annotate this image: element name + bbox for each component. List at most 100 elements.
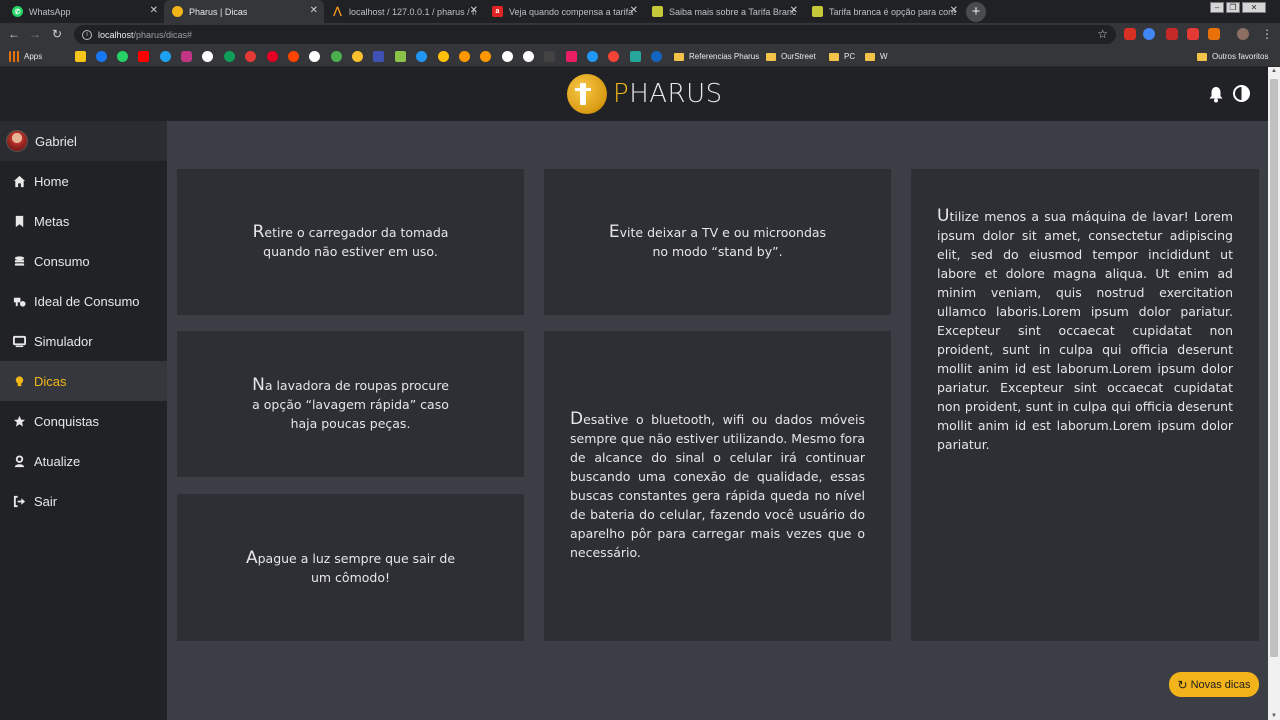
sidebar-item-simulador[interactable]: Simulador <box>0 321 167 361</box>
drive-icon[interactable] <box>224 51 235 62</box>
tip-text: Retire o carregador da tomada quando não… <box>252 222 449 260</box>
bookmark-site-icon[interactable] <box>352 51 363 62</box>
close-icon[interactable]: ✕ <box>790 5 798 16</box>
bookmark-apps[interactable]: Apps <box>9 50 42 63</box>
bookmark-site-icon[interactable] <box>288 51 299 62</box>
phpmyadmin-favicon-icon: ⋀ <box>333 6 342 17</box>
bell-icon[interactable] <box>1208 86 1224 103</box>
tip-card: Desative o bluetooth, wifi ou dados móve… <box>544 331 891 641</box>
folder-icon <box>674 52 684 61</box>
facebook-icon[interactable] <box>96 51 107 62</box>
bookmark-label: Referencias Pharus <box>689 52 760 61</box>
apps-grid-icon <box>9 51 20 62</box>
bookmark-site-icon[interactable] <box>309 51 320 62</box>
scroll-up-icon[interactable]: ▲ <box>1271 68 1277 74</box>
bookmark-site-icon[interactable] <box>416 51 427 62</box>
instagram-icon[interactable] <box>181 51 192 62</box>
sidebar-item-label: Atualize <box>34 453 81 469</box>
github-icon[interactable] <box>502 51 513 62</box>
sidebar-item-label: Dicas <box>34 373 67 389</box>
sidebar-item-sair[interactable]: Sair <box>0 481 167 521</box>
user-profile[interactable]: Gabriel <box>0 121 167 161</box>
sidebar-item-conquistas[interactable]: Conquistas <box>0 401 167 441</box>
tip-text: Apague a luz sempre que sair de um cômod… <box>245 547 456 585</box>
bookmarks-bar: Apps Referencias Pharus OurStreet PC W O… <box>0 46 1280 67</box>
scrollbar-thumb[interactable] <box>1270 79 1278 657</box>
bookmark-site-icon[interactable] <box>566 51 577 62</box>
close-icon[interactable]: ✕ <box>630 5 638 16</box>
browser-tab-tarifa[interactable]: Tarifa branca é opção para cons ✕ <box>804 0 964 23</box>
twitter-icon[interactable] <box>160 51 171 62</box>
bookmark-folder-ourstreet[interactable]: OurStreet <box>766 50 816 63</box>
close-window-button[interactable]: ✕ <box>1242 2 1266 13</box>
profile-avatar-icon[interactable] <box>1237 28 1249 40</box>
menu-kebab-icon[interactable]: ⋮ <box>1260 27 1274 41</box>
browser-tab-whatsapp[interactable]: ✆ WhatsApp ✕ <box>4 0 164 23</box>
sidebar-item-atualize[interactable]: Atualize <box>0 441 167 481</box>
close-icon[interactable]: ✕ <box>310 5 318 16</box>
bookmark-site-icon[interactable] <box>544 51 555 62</box>
google-extension-icon[interactable] <box>1143 28 1155 40</box>
sidebar-item-label: Simulador <box>34 333 93 349</box>
bookmark-folder-other[interactable]: Outros favoritos <box>1197 50 1268 63</box>
bookmark-folder-w[interactable]: W <box>865 50 888 63</box>
scrollbar[interactable]: ▲ ▼ <box>1268 67 1280 720</box>
browser-tab-saiba[interactable]: Saiba mais sobre a Tarifa Branca ✕ <box>644 0 804 23</box>
forward-arrow-icon[interactable]: → <box>28 27 42 41</box>
bookmark-site-icon[interactable] <box>651 51 662 62</box>
contrast-toggle-icon[interactable] <box>1233 85 1250 102</box>
bookmark-site-icon[interactable] <box>523 51 534 62</box>
video-extension-icon[interactable] <box>1187 28 1199 40</box>
back-arrow-icon[interactable]: ← <box>7 27 21 41</box>
pinterest-icon[interactable] <box>267 51 278 62</box>
bookmark-star-icon[interactable]: ☆ <box>1097 27 1108 41</box>
sidebar-item-home[interactable]: Home <box>0 161 167 201</box>
sidebar-item-dicas[interactable]: Dicas <box>0 361 167 401</box>
maximize-button[interactable]: ❐ <box>1226 2 1240 13</box>
bookmark-site-icon[interactable] <box>438 51 449 62</box>
bookmark-site-icon[interactable] <box>75 51 86 62</box>
reload-icon[interactable]: ↻ <box>50 27 64 41</box>
new-tab-button[interactable]: + <box>966 2 986 22</box>
bookmark-label: Apps <box>24 52 43 61</box>
browser-tab-pharus[interactable]: Pharus | Dicas ✕ <box>164 0 324 23</box>
lightbulb-icon <box>12 374 26 388</box>
bookmark-folder-referencias[interactable]: Referencias Pharus <box>674 50 759 63</box>
bookmark-site-icon[interactable] <box>202 51 213 62</box>
address-bar[interactable]: i localhost/pharus/dicas# ☆ <box>74 25 1116 44</box>
browser-tab-phpmyadmin[interactable]: ⋀ localhost / 127.0.0.1 / pharus / m ✕ <box>324 0 484 23</box>
bookmark-site-icon[interactable] <box>331 51 342 62</box>
pdf-extension-icon[interactable] <box>1166 28 1178 40</box>
bookmark-site-icon[interactable] <box>459 51 470 62</box>
bookmark-site-icon[interactable] <box>373 51 384 62</box>
tip-card: Utilize menos a sua máquina de lavar! Lo… <box>911 169 1259 641</box>
sidebar-item-metas[interactable]: Metas <box>0 201 167 241</box>
bookmark-site-icon[interactable] <box>608 51 619 62</box>
minimize-button[interactable]: – <box>1210 2 1224 13</box>
sidebar-item-ideal-de-consumo[interactable]: Ideal de Consumo <box>0 281 167 321</box>
tip-card: Apague a luz sempre que sair de um cômod… <box>177 494 524 641</box>
adblock-extension-icon[interactable] <box>1124 28 1136 40</box>
close-icon[interactable]: ✕ <box>470 5 478 16</box>
sidebar-item-label: Consumo <box>34 253 90 269</box>
sidebar-item-consumo[interactable]: Consumo <box>0 241 167 281</box>
bookmark-site-icon[interactable] <box>480 51 491 62</box>
info-icon[interactable]: i <box>82 29 92 40</box>
bookmark-site-icon[interactable] <box>395 51 406 62</box>
bookmark-site-icon[interactable] <box>630 51 641 62</box>
tip-card: Retire o carregador da tomada quando não… <box>177 169 524 315</box>
whatsapp-icon[interactable] <box>117 51 128 62</box>
new-tips-button[interactable]: ↻ Novas dicas <box>1169 672 1259 697</box>
pharus-logo[interactable]: PHARUS <box>567 74 723 114</box>
youtube-icon[interactable] <box>138 51 149 62</box>
extension-icon[interactable] <box>1208 28 1220 40</box>
scroll-down-icon[interactable]: ▼ <box>1271 713 1277 719</box>
news-favicon-icon: a <box>492 6 503 17</box>
browser-tab-veja[interactable]: a Veja quando compensa a tarifa b ✕ <box>484 0 644 23</box>
bookmark-site-icon[interactable] <box>587 51 598 62</box>
bookmark-site-icon[interactable] <box>245 51 256 62</box>
close-icon[interactable]: ✕ <box>950 5 958 16</box>
close-icon[interactable]: ✕ <box>150 5 158 16</box>
tip-text: Desative o bluetooth, wifi ou dados móve… <box>570 409 865 561</box>
bookmark-folder-pc[interactable]: PC <box>829 50 855 63</box>
